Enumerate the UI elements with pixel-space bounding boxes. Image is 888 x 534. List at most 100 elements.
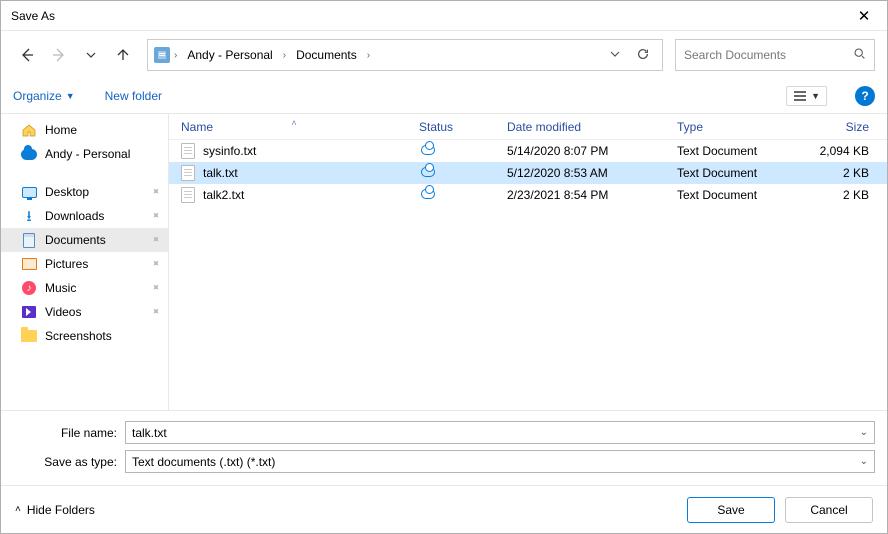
up-button[interactable] [109,41,137,69]
new-folder-button[interactable]: New folder [105,89,162,103]
location-icon [154,47,170,63]
text-file-icon [181,165,195,181]
nav-home[interactable]: Home [1,118,168,142]
window-title: Save As [11,9,841,23]
nav-row: › Andy - Personal › Documents › Search D… [1,31,887,79]
save-fields: File name: talk.txt ⌄ Save as type: Text… [1,410,887,485]
help-button[interactable]: ? [855,86,875,106]
file-date: 2/23/2021 8:54 PM [507,188,677,202]
file-row[interactable]: talk2.txt2/23/2021 8:54 PMText Document2… [169,184,887,206]
refresh-icon [636,47,650,61]
save-type-value: Text documents (.txt) (*.txt) [132,455,275,469]
file-row[interactable]: talk.txt5/12/2020 8:53 AMText Document2 … [169,162,887,184]
organize-menu[interactable]: Organize ▼ [13,89,75,103]
sort-indicator-icon: ˄ [291,118,296,128]
save-type-select[interactable]: Text documents (.txt) (*.txt) ⌄ [125,450,875,473]
arrow-up-icon [115,47,131,63]
main-area: Home Andy - Personal Desktop ✦ ⭳ Downloa… [1,113,887,410]
file-date: 5/14/2020 8:07 PM [507,144,677,158]
nav-label: Home [45,123,77,137]
text-file-icon [181,143,195,159]
action-bar: ˄ Hide Folders Save Cancel [1,485,887,533]
column-size[interactable]: Size [803,120,877,134]
pin-icon: ✦ [148,256,164,272]
nav-label: Documents [45,233,106,247]
close-button[interactable]: ✕ [841,1,887,31]
save-type-label: Save as type: [13,455,125,469]
pin-icon: ✦ [148,232,164,248]
documents-icon [21,232,37,248]
new-folder-label: New folder [105,89,162,103]
nav-desktop[interactable]: Desktop ✦ [1,180,168,204]
cancel-button[interactable]: Cancel [785,497,873,523]
breadcrumb-item[interactable]: Andy - Personal [181,40,278,70]
forward-button[interactable] [45,41,73,69]
save-button[interactable]: Save [687,497,775,523]
hide-folders-toggle[interactable]: ˄ Hide Folders [15,503,95,517]
column-name[interactable]: ˄ Name [169,120,419,134]
file-status [419,144,507,158]
search-input[interactable]: Search Documents [675,39,875,71]
nav-screenshots[interactable]: Screenshots [1,324,168,348]
toolbar: Organize ▼ New folder ▼ ? [1,79,887,113]
breadcrumb-item[interactable]: Documents [290,40,363,70]
nav-label: Desktop [45,185,89,199]
column-type[interactable]: Type [677,120,803,134]
refresh-button[interactable] [630,47,656,64]
chevron-right-icon: › [365,50,372,61]
file-name-input[interactable]: talk.txt ⌄ [125,421,875,444]
arrow-left-icon [19,47,35,63]
nav-label: Andy - Personal [45,147,130,161]
file-name: talk.txt [203,166,238,180]
cloud-icon [421,189,435,199]
nav-pictures[interactable]: Pictures ✦ [1,252,168,276]
desktop-icon [21,184,37,200]
videos-icon [21,304,37,320]
file-list-pane: ˄ Name Status Date modified Type Size sy… [169,114,887,410]
view-options-button[interactable]: ▼ [786,86,827,106]
cloud-icon [421,167,435,177]
file-list: sysinfo.txt5/14/2020 8:07 PMText Documen… [169,140,887,206]
file-name-label: File name: [13,426,125,440]
titlebar: Save As ✕ [1,1,887,31]
chevron-right-icon: › [172,50,179,61]
search-icon [853,47,866,63]
text-file-icon [181,187,195,203]
file-size: 2 KB [803,166,877,180]
caret-down-icon: ▼ [66,91,75,101]
file-size: 2 KB [803,188,877,202]
address-bar[interactable]: › Andy - Personal › Documents › [147,39,663,71]
recent-locations-button[interactable] [77,41,105,69]
nav-label: Videos [45,305,81,319]
pin-icon: ✦ [148,304,164,320]
chevron-down-icon [86,50,96,60]
downloads-icon: ⭳ [21,208,37,224]
nav-downloads[interactable]: ⭳ Downloads ✦ [1,204,168,228]
address-dropdown[interactable] [602,48,628,62]
music-icon: ♪ [21,280,37,296]
column-headers: ˄ Name Status Date modified Type Size [169,114,887,140]
home-icon [21,122,37,138]
nav-music[interactable]: ♪ Music ✦ [1,276,168,300]
navigation-pane: Home Andy - Personal Desktop ✦ ⭳ Downloa… [1,114,169,410]
file-size: 2,094 KB [803,144,877,158]
column-date[interactable]: Date modified [507,120,677,134]
nav-documents[interactable]: Documents ✦ [1,228,168,252]
nav-onedrive[interactable]: Andy - Personal [1,142,168,166]
pin-icon: ✦ [148,208,164,224]
file-name: sysinfo.txt [203,144,256,158]
back-button[interactable] [13,41,41,69]
file-name: talk2.txt [203,188,244,202]
chevron-down-icon: ⌄ [860,427,868,438]
nav-videos[interactable]: Videos ✦ [1,300,168,324]
onedrive-icon [21,146,37,162]
column-status[interactable]: Status [419,120,507,134]
chevron-down-icon: ⌄ [860,456,868,467]
cloud-icon [421,145,435,155]
file-name-value: talk.txt [132,426,167,440]
file-row[interactable]: sysinfo.txt5/14/2020 8:07 PMText Documen… [169,140,887,162]
arrow-right-icon [51,47,67,63]
pin-icon: ✦ [148,184,164,200]
search-placeholder: Search Documents [684,48,853,62]
caret-down-icon: ▼ [811,91,820,101]
